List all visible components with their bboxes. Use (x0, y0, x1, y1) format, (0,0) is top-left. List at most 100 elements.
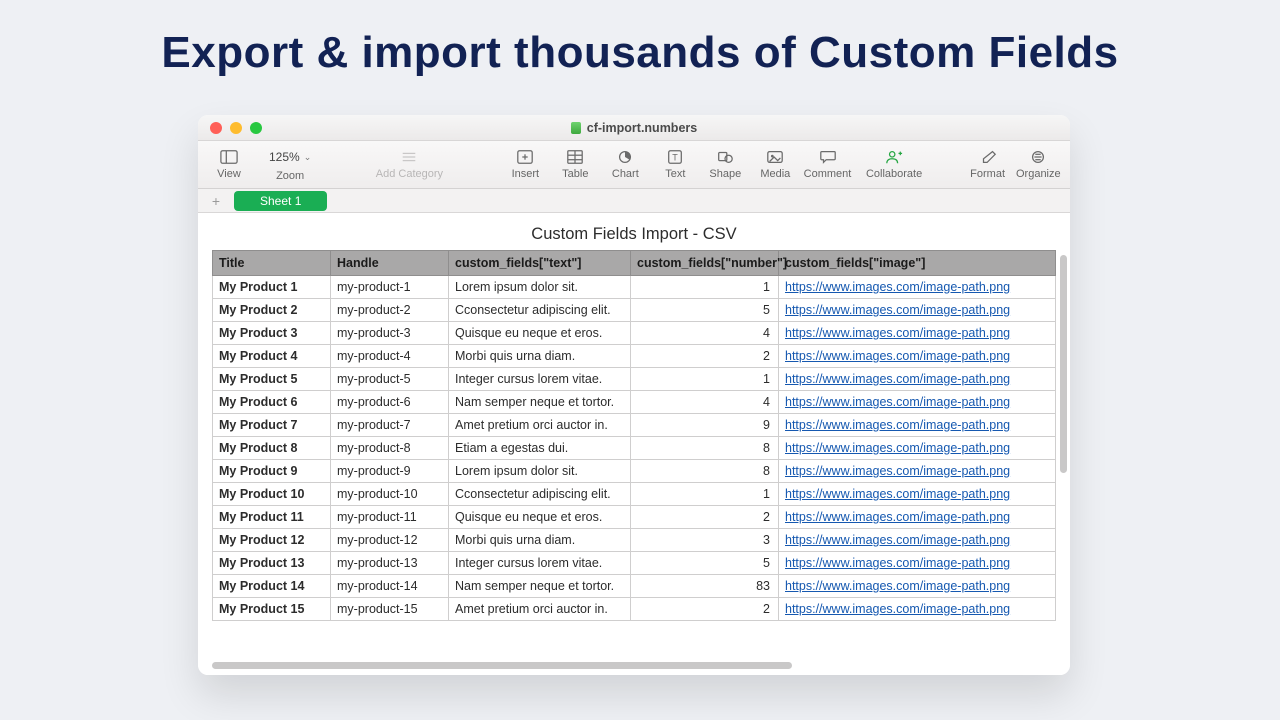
collaborate-button[interactable]: Collaborate (867, 149, 922, 180)
table-row[interactable]: My Product 10my-product-10Cconsectetur a… (213, 483, 1056, 506)
shape-button[interactable]: Shape (704, 149, 746, 180)
cell-title[interactable]: My Product 5 (213, 368, 331, 391)
cell-text[interactable]: Amet pretium orci auctor in. (449, 414, 631, 437)
cell-number[interactable]: 1 (631, 276, 779, 299)
cell-image[interactable]: https://www.images.com/image-path.png (779, 529, 1056, 552)
column-header[interactable]: custom_fields["text"] (449, 251, 631, 276)
cell-title[interactable]: My Product 3 (213, 322, 331, 345)
cell-title[interactable]: My Product 4 (213, 345, 331, 368)
cell-text[interactable]: Morbi quis urna diam. (449, 529, 631, 552)
cell-number[interactable]: 1 (631, 483, 779, 506)
table-row[interactable]: My Product 15my-product-15Amet pretium o… (213, 598, 1056, 621)
chart-button[interactable]: Chart (604, 149, 646, 180)
table-row[interactable]: My Product 6my-product-6Nam semper neque… (213, 391, 1056, 414)
cell-number[interactable]: 3 (631, 529, 779, 552)
organize-button[interactable]: Organize (1017, 149, 1060, 180)
cell-image[interactable]: https://www.images.com/image-path.png (779, 437, 1056, 460)
cell-title[interactable]: My Product 1 (213, 276, 331, 299)
cell-handle[interactable]: my-product-14 (331, 575, 449, 598)
view-button[interactable]: View (208, 149, 250, 180)
cell-number[interactable]: 4 (631, 391, 779, 414)
cell-image[interactable]: https://www.images.com/image-path.png (779, 276, 1056, 299)
cell-handle[interactable]: my-product-9 (331, 460, 449, 483)
cell-text[interactable]: Lorem ipsum dolor sit. (449, 460, 631, 483)
cell-image[interactable]: https://www.images.com/image-path.png (779, 299, 1056, 322)
cell-text[interactable]: Nam semper neque et tortor. (449, 391, 631, 414)
cell-title[interactable]: My Product 15 (213, 598, 331, 621)
table-row[interactable]: My Product 9my-product-9Lorem ipsum dolo… (213, 460, 1056, 483)
cell-handle[interactable]: my-product-7 (331, 414, 449, 437)
table-header-row[interactable]: Title Handle custom_fields["text"] custo… (213, 251, 1056, 276)
cell-number[interactable]: 83 (631, 575, 779, 598)
table-row[interactable]: My Product 13my-product-13Integer cursus… (213, 552, 1056, 575)
cell-handle[interactable]: my-product-13 (331, 552, 449, 575)
table-row[interactable]: My Product 8my-product-8Etiam a egestas … (213, 437, 1056, 460)
cell-handle[interactable]: my-product-11 (331, 506, 449, 529)
cell-handle[interactable]: my-product-2 (331, 299, 449, 322)
table-row[interactable]: My Product 2my-product-2Cconsectetur adi… (213, 299, 1056, 322)
cell-image[interactable]: https://www.images.com/image-path.png (779, 322, 1056, 345)
cell-text[interactable]: Lorem ipsum dolor sit. (449, 276, 631, 299)
insert-button[interactable]: Insert (504, 149, 546, 180)
cell-number[interactable]: 1 (631, 368, 779, 391)
scroll-thumb[interactable] (1060, 255, 1067, 473)
cell-title[interactable]: My Product 14 (213, 575, 331, 598)
media-button[interactable]: Media (754, 149, 796, 180)
cell-title[interactable]: My Product 8 (213, 437, 331, 460)
column-header[interactable]: custom_fields["number"] (631, 251, 779, 276)
cell-image[interactable]: https://www.images.com/image-path.png (779, 414, 1056, 437)
cell-handle[interactable]: my-product-1 (331, 276, 449, 299)
cell-handle[interactable]: my-product-15 (331, 598, 449, 621)
cell-number[interactable]: 8 (631, 437, 779, 460)
cell-handle[interactable]: my-product-3 (331, 322, 449, 345)
cell-image[interactable]: https://www.images.com/image-path.png (779, 460, 1056, 483)
cell-image[interactable]: https://www.images.com/image-path.png (779, 598, 1056, 621)
cell-text[interactable]: Morbi quis urna diam. (449, 345, 631, 368)
cell-image[interactable]: https://www.images.com/image-path.png (779, 368, 1056, 391)
scroll-thumb[interactable] (212, 662, 792, 669)
cell-text[interactable]: Etiam a egestas dui. (449, 437, 631, 460)
data-table[interactable]: Title Handle custom_fields["text"] custo… (212, 250, 1056, 621)
cell-title[interactable]: My Product 10 (213, 483, 331, 506)
cell-image[interactable]: https://www.images.com/image-path.png (779, 391, 1056, 414)
spreadsheet-canvas[interactable]: Custom Fields Import - CSV Title Handle … (198, 213, 1070, 675)
text-button[interactable]: T Text (654, 149, 696, 180)
format-button[interactable]: Format (967, 149, 1009, 180)
cell-number[interactable]: 9 (631, 414, 779, 437)
cell-number[interactable]: 2 (631, 506, 779, 529)
cell-handle[interactable]: my-product-8 (331, 437, 449, 460)
cell-title[interactable]: My Product 12 (213, 529, 331, 552)
table-row[interactable]: My Product 4my-product-4Morbi quis urna … (213, 345, 1056, 368)
cell-image[interactable]: https://www.images.com/image-path.png (779, 506, 1056, 529)
cell-handle[interactable]: my-product-12 (331, 529, 449, 552)
table-row[interactable]: My Product 3my-product-3Quisque eu neque… (213, 322, 1056, 345)
table-row[interactable]: My Product 7my-product-7Amet pretium orc… (213, 414, 1056, 437)
cell-handle[interactable]: my-product-4 (331, 345, 449, 368)
column-header[interactable]: Title (213, 251, 331, 276)
cell-image[interactable]: https://www.images.com/image-path.png (779, 483, 1056, 506)
table-row[interactable]: My Product 11my-product-11Quisque eu neq… (213, 506, 1056, 529)
cell-text[interactable]: Integer cursus lorem vitae. (449, 552, 631, 575)
add-sheet-button[interactable]: + (206, 194, 226, 208)
column-header[interactable]: custom_fields["image"] (779, 251, 1056, 276)
cell-title[interactable]: My Product 11 (213, 506, 331, 529)
zoom-button[interactable]: 125% ⌄ Zoom (262, 147, 318, 182)
table-row[interactable]: My Product 14my-product-14Nam semper neq… (213, 575, 1056, 598)
table-row[interactable]: My Product 5my-product-5Integer cursus l… (213, 368, 1056, 391)
cell-number[interactable]: 2 (631, 598, 779, 621)
cell-title[interactable]: My Product 7 (213, 414, 331, 437)
cell-title[interactable]: My Product 13 (213, 552, 331, 575)
cell-text[interactable]: Cconsectetur adipiscing elit. (449, 299, 631, 322)
cell-text[interactable]: Amet pretium orci auctor in. (449, 598, 631, 621)
cell-text[interactable]: Quisque eu neque et eros. (449, 322, 631, 345)
add-category-button[interactable]: Add Category (369, 149, 449, 180)
cell-text[interactable]: Nam semper neque et tortor. (449, 575, 631, 598)
cell-handle[interactable]: my-product-6 (331, 391, 449, 414)
cell-number[interactable]: 5 (631, 299, 779, 322)
cell-text[interactable]: Quisque eu neque et eros. (449, 506, 631, 529)
cell-number[interactable]: 5 (631, 552, 779, 575)
cell-image[interactable]: https://www.images.com/image-path.png (779, 575, 1056, 598)
sheet-tab-1[interactable]: Sheet 1 (234, 191, 327, 211)
comment-button[interactable]: Comment (804, 149, 850, 180)
cell-handle[interactable]: my-product-10 (331, 483, 449, 506)
